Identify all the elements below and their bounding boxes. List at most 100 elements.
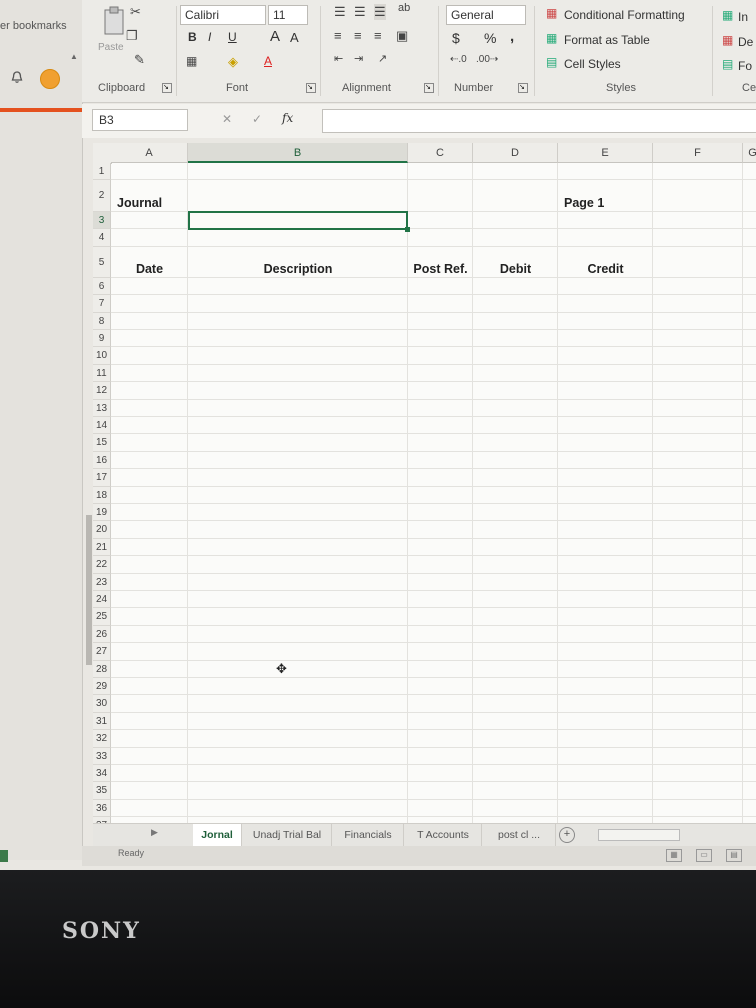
align-bottom-icon[interactable]: ☰ — [374, 4, 386, 20]
paste-icon[interactable] — [102, 6, 128, 36]
cell-b5[interactable]: Description — [188, 262, 408, 276]
row-header-23[interactable]: 23 — [93, 573, 111, 592]
row-header-20[interactable]: 20 — [93, 521, 111, 539]
column-header-c[interactable]: C — [408, 143, 473, 163]
row-header-15[interactable]: 15 — [93, 434, 111, 452]
row-header-35[interactable]: 35 — [93, 782, 111, 800]
horizontal-scrollbar[interactable] — [598, 829, 680, 841]
format-as-table-icon[interactable]: ▦ — [546, 31, 557, 45]
shrink-font-button[interactable]: A — [290, 30, 299, 45]
font-color-button[interactable]: A — [264, 54, 272, 68]
row-header-13[interactable]: 13 — [93, 399, 111, 418]
clipboard-launcher-icon[interactable]: ↘ — [162, 83, 172, 93]
row-header-27[interactable]: 27 — [93, 643, 111, 661]
align-right-icon[interactable]: ≡ — [374, 28, 382, 43]
sheet-tab[interactable]: post cl ... — [483, 824, 556, 846]
cell-a5[interactable]: Date — [111, 262, 188, 276]
row-header-7[interactable]: 7 — [93, 295, 111, 313]
bookmarks-label[interactable]: er bookmarks — [0, 20, 67, 32]
insert-icon[interactable]: ▦ — [722, 8, 733, 22]
bold-button[interactable]: B — [188, 30, 197, 44]
scroll-up-arrow-icon[interactable]: ▲ — [70, 52, 78, 61]
row-header-16[interactable]: 16 — [93, 451, 111, 470]
row-header-18[interactable]: 18 — [93, 486, 111, 505]
conditional-formatting-button[interactable]: Conditional Formatting — [564, 8, 685, 22]
number-launcher-icon[interactable]: ↘ — [518, 83, 528, 93]
row-header-11[interactable]: 11 — [93, 364, 111, 383]
delete-icon[interactable]: ▦ — [722, 33, 733, 47]
increase-indent-icon[interactable]: ⇥ — [354, 52, 363, 65]
cut-icon[interactable]: ✂ — [130, 4, 141, 20]
decrease-indent-icon[interactable]: ⇤ — [334, 52, 343, 65]
tab-scroll-next-icon[interactable]: ▶ — [151, 827, 158, 838]
sheet-tab[interactable]: T Accounts — [405, 824, 482, 846]
insert-function-icon[interactable]: fx — [282, 111, 293, 125]
formula-input[interactable] — [322, 109, 756, 133]
align-top-icon[interactable]: ☰ — [334, 4, 346, 20]
paste-label[interactable]: Paste — [98, 42, 124, 53]
row-header-21[interactable]: 21 — [93, 538, 111, 557]
fill-handle[interactable] — [405, 227, 410, 233]
font-size-select[interactable]: 11 — [268, 5, 308, 25]
row-header-22[interactable]: 22 — [93, 556, 111, 574]
comma-button[interactable]: , — [510, 28, 514, 45]
row-header-5[interactable]: 5 — [93, 246, 111, 278]
number-format-select[interactable]: General — [446, 5, 526, 25]
vertical-scrollbar[interactable] — [86, 515, 92, 665]
column-header-f[interactable]: F — [653, 143, 743, 163]
row-header-31[interactable]: 31 — [93, 712, 111, 731]
conditional-formatting-icon[interactable]: ▦ — [546, 6, 557, 20]
row-header-29[interactable]: 29 — [93, 678, 111, 696]
font-launcher-icon[interactable]: ↘ — [306, 83, 316, 93]
row-header-34[interactable]: 34 — [93, 765, 111, 783]
cell-styles-icon[interactable]: ▤ — [546, 55, 557, 69]
format-icon[interactable]: ▤ — [722, 57, 733, 71]
currency-button[interactable]: $ — [452, 30, 460, 46]
enter-icon[interactable]: ✓ — [252, 112, 262, 126]
alignment-launcher-icon[interactable]: ↘ — [424, 83, 434, 93]
sheet-tab[interactable]: Unadj Trial Bal — [243, 824, 332, 846]
percent-button[interactable]: % — [484, 30, 496, 46]
worksheet-grid[interactable]: A B C D E F G 1 2 3 4 5 6 7 8 9 10 11 12 13 14 15 16 17 18 19 20 21… — [93, 143, 756, 853]
row-header-14[interactable]: 14 — [93, 417, 111, 435]
row-header-9[interactable]: 9 — [93, 330, 111, 348]
page-layout-view-icon[interactable]: ▭ — [696, 849, 712, 862]
column-header-b[interactable]: B — [188, 143, 408, 163]
row-header-26[interactable]: 26 — [93, 625, 111, 644]
row-header-4[interactable]: 4 — [93, 229, 111, 247]
row-header-32[interactable]: 32 — [93, 730, 111, 748]
row-header-3[interactable]: 3 — [93, 211, 111, 230]
row-header-33[interactable]: 33 — [93, 747, 111, 766]
insert-button[interactable]: In — [738, 10, 748, 24]
row-header-36[interactable]: 36 — [93, 799, 111, 818]
normal-view-icon[interactable]: ▦ — [666, 849, 682, 862]
add-sheet-icon[interactable]: + — [559, 827, 575, 843]
grow-font-button[interactable]: A — [270, 28, 280, 45]
borders-icon[interactable]: ▦ — [186, 54, 197, 68]
format-painter-icon[interactable]: ✎ — [134, 52, 145, 68]
align-left-icon[interactable]: ≡ — [334, 28, 342, 43]
sheet-tab[interactable]: Financials — [333, 824, 404, 846]
italic-button[interactable]: I — [208, 30, 211, 44]
row-header-19[interactable]: 19 — [93, 504, 111, 522]
increase-decimal-icon[interactable]: ⇠.0 — [450, 54, 467, 65]
wrap-text-icon[interactable]: ab — [398, 2, 410, 14]
row-header-24[interactable]: 24 — [93, 591, 111, 609]
row-header-25[interactable]: 25 — [93, 608, 111, 626]
delete-button[interactable]: De — [738, 35, 753, 49]
column-header-e[interactable]: E — [558, 143, 653, 163]
underline-button[interactable]: U — [228, 30, 237, 44]
name-box[interactable]: B3 — [92, 109, 188, 131]
selected-cell-outline[interactable] — [188, 210, 408, 231]
cell-a2[interactable]: Journal — [117, 196, 162, 210]
row-header-6[interactable]: 6 — [93, 277, 111, 296]
column-header-g[interactable]: G — [743, 143, 756, 163]
column-header-a[interactable]: A — [111, 143, 188, 163]
cell-c5[interactable]: Post Ref. — [408, 262, 473, 276]
format-button[interactable]: Fo — [738, 59, 752, 73]
copy-icon[interactable]: ❐ — [126, 28, 138, 44]
page-break-view-icon[interactable]: ▤ — [726, 849, 742, 862]
cell-d5[interactable]: Debit — [473, 262, 558, 276]
cell-e5[interactable]: Credit — [558, 262, 653, 276]
merge-center-icon[interactable]: ▣ — [396, 28, 408, 44]
